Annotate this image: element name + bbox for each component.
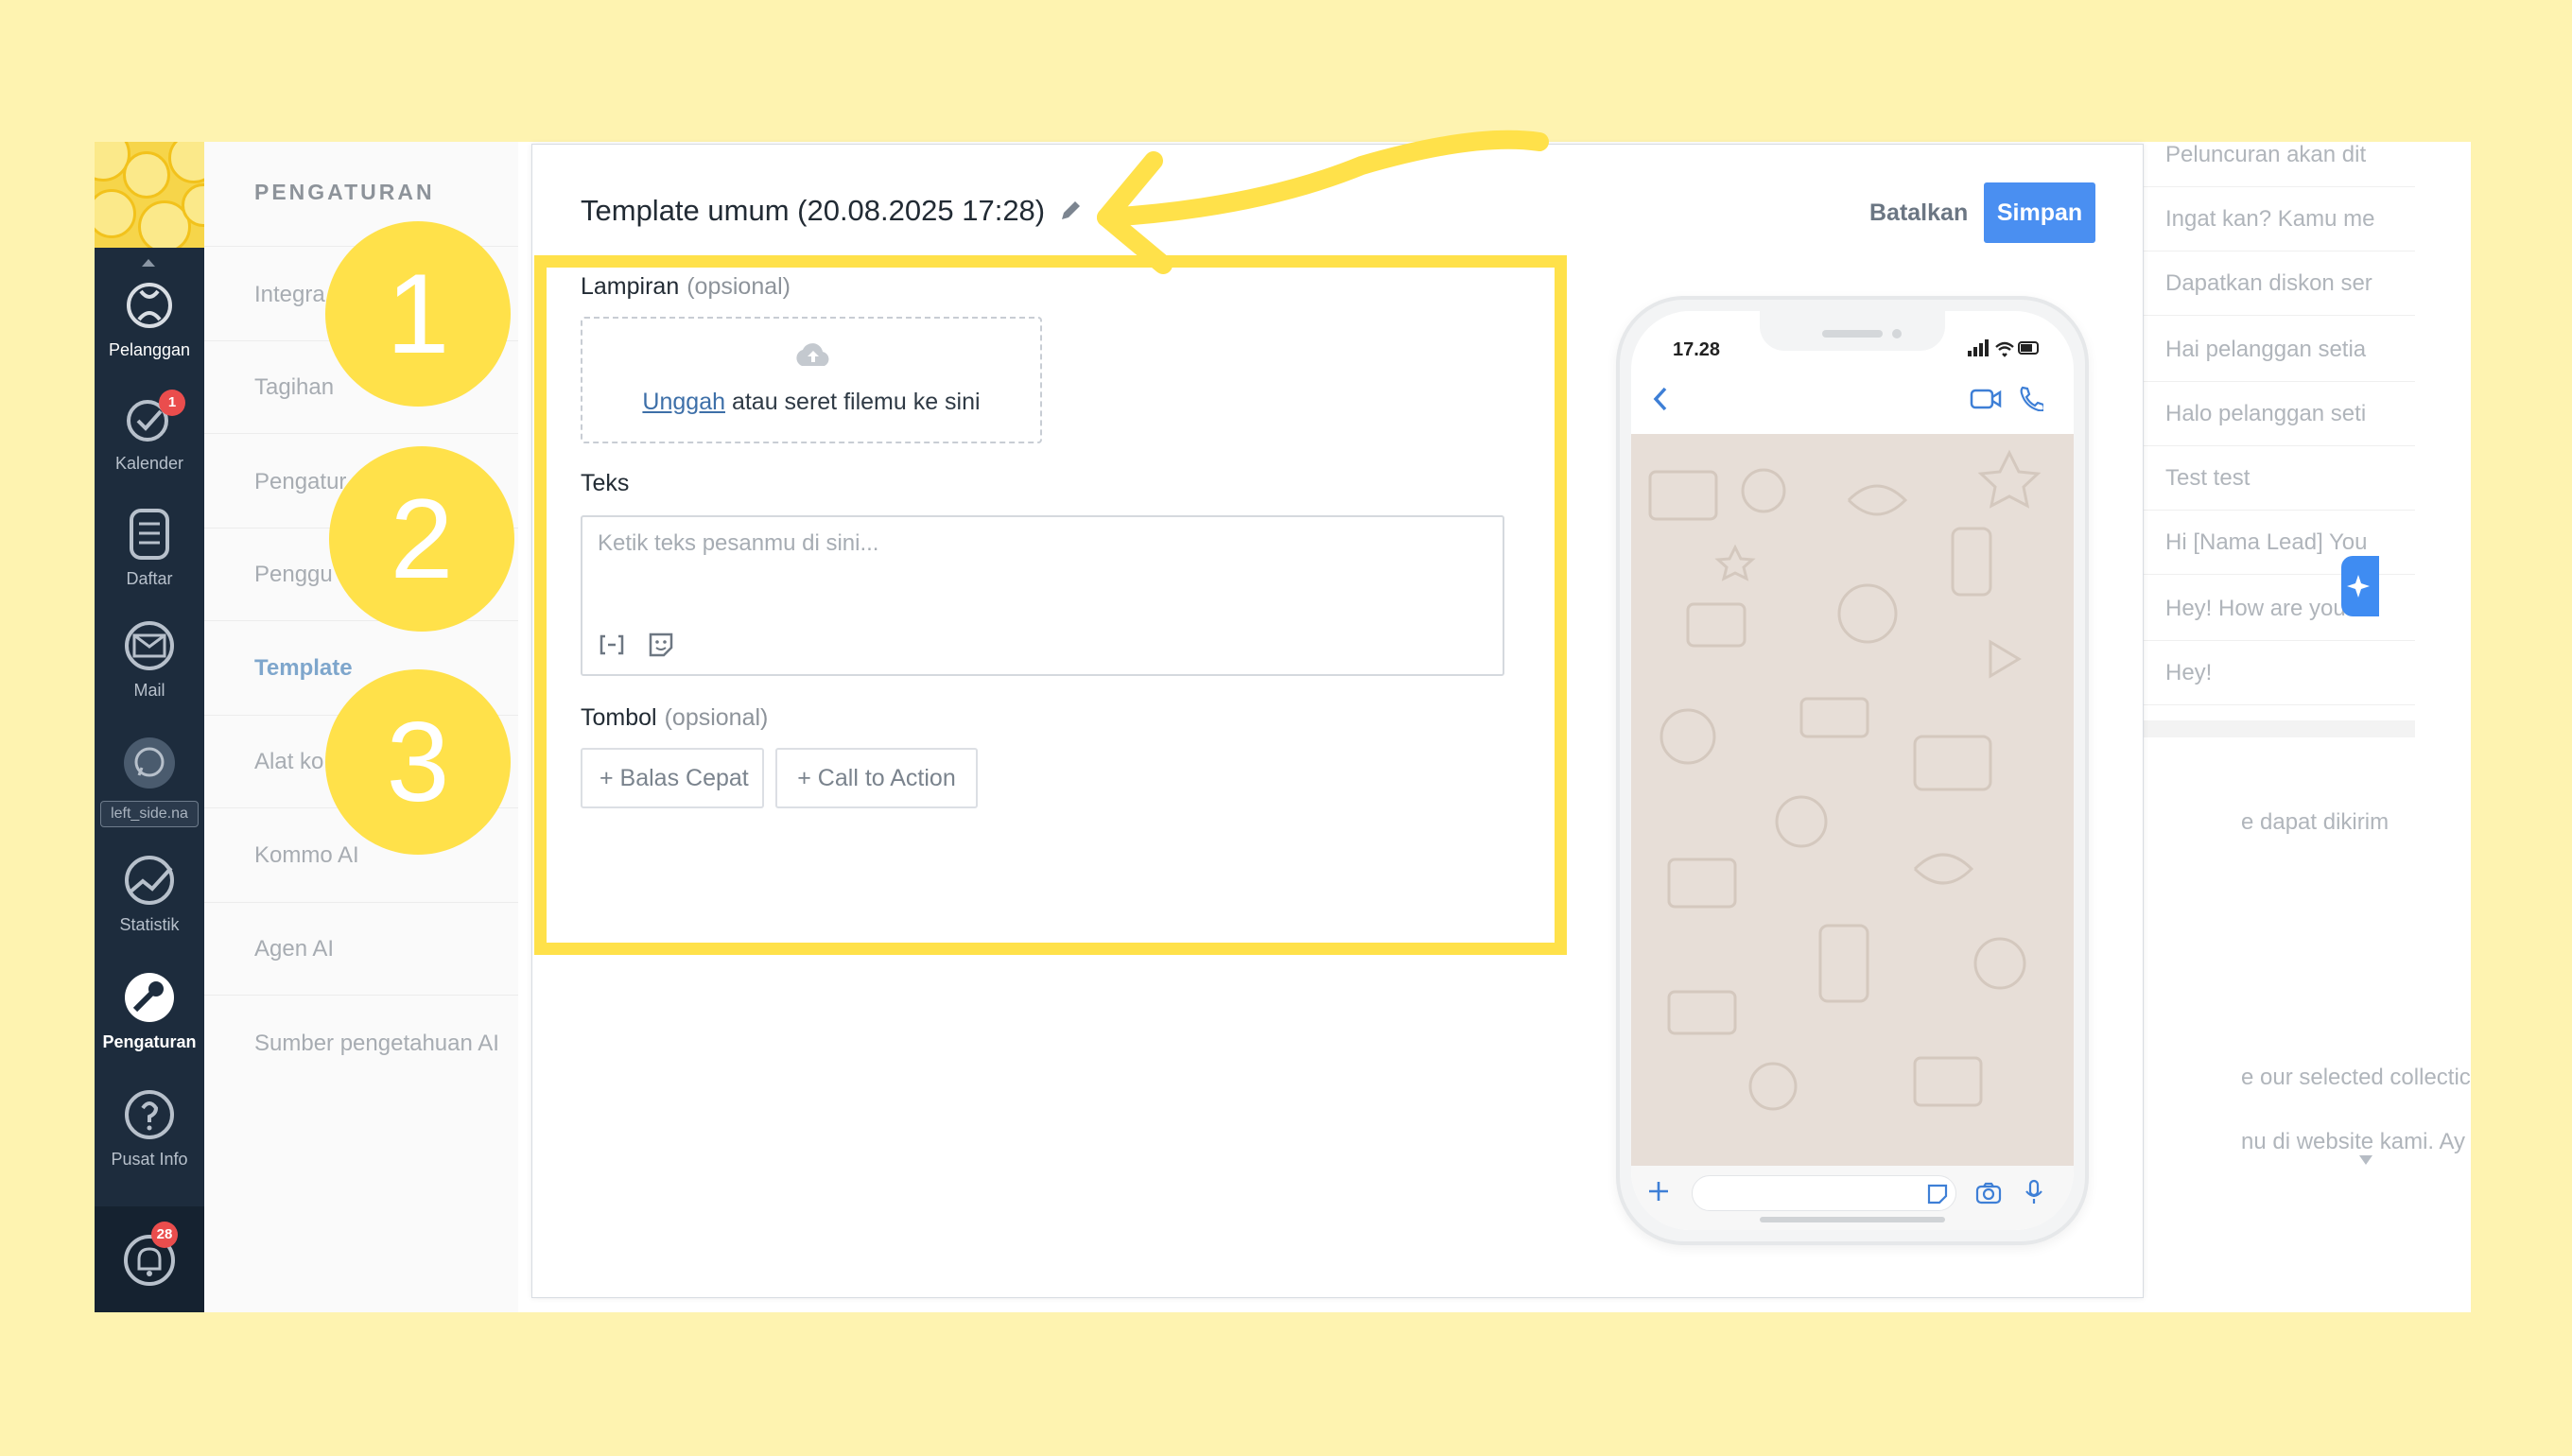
home-indicator (1760, 1217, 1945, 1222)
microphone-icon[interactable] (2025, 1179, 2043, 1205)
list-divider (2135, 720, 2415, 737)
pointer-arrow (1097, 130, 1549, 274)
settings-item-pengaturan-umum[interactable]: Pengatur (254, 469, 346, 495)
whatsapp-label: left_side.na (100, 801, 199, 827)
customers-icon (127, 283, 172, 328)
nav-label: Mail (133, 681, 165, 700)
help-icon (125, 1090, 174, 1139)
settings-item-tagihan[interactable]: Tagihan (254, 374, 334, 401)
notifications-badge: 28 (151, 1222, 178, 1248)
template-row[interactable]: Halo pelanggan seti (2135, 382, 2415, 446)
nav-item-pengaturan[interactable]: Pengaturan (95, 970, 204, 1052)
wrench-icon (125, 973, 174, 1022)
chat-input[interactable] (1692, 1175, 1956, 1211)
template-note: e dapat dikirim (2241, 809, 2390, 835)
template-row[interactable]: Hey! (2135, 641, 2415, 705)
settings-item-alat-komunikasi[interactable]: Alat ko (254, 749, 323, 775)
settings-item-sumber-pengetahuan[interactable]: Sumber pengetahuan AI (254, 1031, 499, 1057)
mail-icon (125, 621, 174, 670)
template-row[interactable]: nu di website kami. Ay (2241, 1129, 2465, 1155)
scroll-up-icon[interactable] (142, 259, 155, 267)
scroll-down-icon[interactable] (2359, 1155, 2372, 1165)
settings-item-integrasi[interactable]: Integra (254, 282, 325, 308)
settings-item-template[interactable]: Template (254, 655, 353, 682)
nav-item-kalender[interactable]: Kalender 1 (95, 390, 204, 474)
sparkle-icon (2347, 575, 2370, 598)
stats-icon (125, 856, 174, 905)
callout-3: 3 (325, 669, 511, 855)
callout-2: 2 (329, 446, 514, 632)
nav-label: Statistik (119, 915, 180, 934)
back-icon[interactable] (1650, 385, 1673, 413)
chat-wallpaper (1631, 434, 2074, 1166)
settings-item-agen-ai[interactable]: Agen AI (254, 936, 334, 962)
cancel-button[interactable]: Batalkan (1864, 182, 1973, 243)
nav-item-pusat-info[interactable]: Pusat Info (95, 1087, 204, 1170)
phone-screen: 17.28 (1631, 311, 2074, 1230)
highlight-box (534, 255, 1567, 955)
whatsapp-icon (124, 737, 175, 789)
settings-title: PENGATURAN (254, 180, 435, 204)
calendar-badge: 1 (159, 390, 185, 416)
nav-item-statistik[interactable]: Statistik (95, 853, 204, 935)
left-nav: Pelanggan Kalender 1 Daftar Mail left_si… (95, 142, 204, 1312)
template-row[interactable]: Hai pelanggan setia (2135, 318, 2415, 382)
notifications-area: 28 (95, 1206, 204, 1312)
status-icons (1968, 339, 2039, 357)
nav-item-pelanggan[interactable]: Pelanggan (95, 278, 204, 360)
phone-time: 17.28 (1673, 339, 1721, 360)
nav-label: Kalender (114, 454, 184, 473)
settings-item-pengguna[interactable]: Penggu (254, 562, 333, 588)
camera-icon[interactable] (1975, 1181, 2002, 1205)
nav-label: Pelanggan (108, 340, 191, 359)
nav-label: Pengaturan (102, 1032, 197, 1051)
phone-preview: 17.28 (1616, 296, 2089, 1245)
nav-item-mail[interactable]: Mail (95, 618, 204, 701)
ai-assistant-button[interactable] (2341, 556, 2379, 616)
video-call-icon[interactable] (1970, 387, 2002, 411)
template-title: Template umum (20.08.2025 17:28) (581, 194, 1046, 227)
save-button[interactable]: Simpan (1984, 182, 2095, 243)
template-row[interactable]: Ingat kan? Kamu me (2135, 187, 2415, 251)
nav-label: Pusat Info (111, 1150, 188, 1169)
phone-notch (1760, 311, 1945, 351)
template-row[interactable]: Peluncuran akan dit (2135, 142, 2415, 187)
phone-call-icon[interactable] (2017, 385, 2043, 411)
nav-item-daftar[interactable]: Daftar (95, 507, 204, 589)
template-row[interactable]: Dapatkan diskon ser (2135, 251, 2415, 316)
template-row[interactable]: e our selected collectic (2241, 1065, 2471, 1091)
list-icon (130, 509, 169, 560)
template-row[interactable]: Test test (2135, 446, 2415, 511)
nav-label: Daftar (126, 569, 173, 588)
plus-icon[interactable] (1646, 1179, 1671, 1204)
callout-1: 1 (325, 221, 511, 407)
nav-item-whatsapp[interactable] (95, 736, 204, 798)
account-logo[interactable] (95, 142, 204, 248)
settings-item-kommo-ai[interactable]: Kommo AI (254, 842, 359, 869)
sticker-icon[interactable] (1926, 1183, 1949, 1205)
